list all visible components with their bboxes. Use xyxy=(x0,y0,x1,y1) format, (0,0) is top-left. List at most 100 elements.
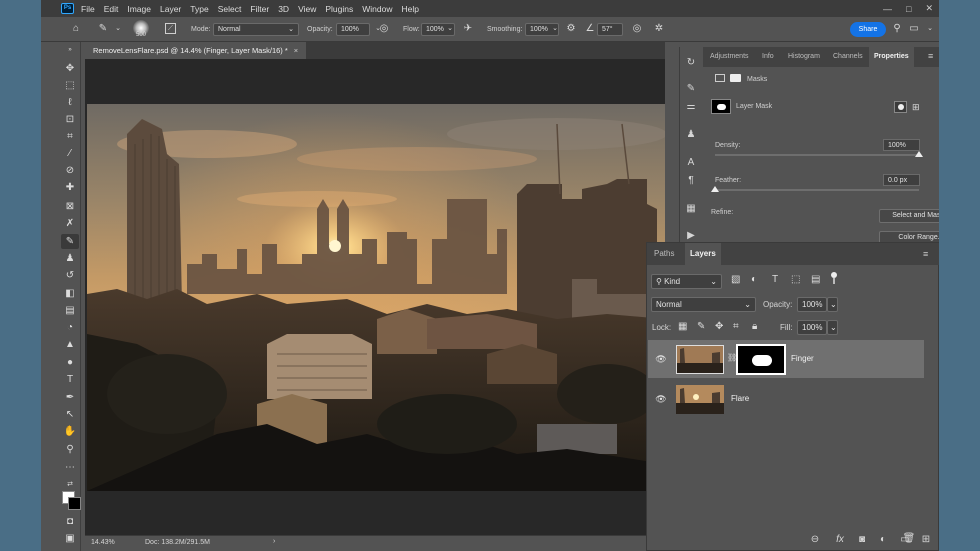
layer-filter-select[interactable]: ⚲ Kind ⌄ xyxy=(651,274,722,289)
share-button[interactable]: Share xyxy=(850,22,886,37)
apply-mask-icon[interactable] xyxy=(894,101,907,113)
angle-input[interactable]: 57° xyxy=(597,23,623,36)
layer-mask-thumbnail[interactable] xyxy=(736,344,786,375)
close-window-icon[interactable]: ✕ xyxy=(925,3,933,14)
zoom-level[interactable]: 14.43% xyxy=(91,539,115,546)
opacity-input[interactable]: 100% xyxy=(336,23,370,36)
menu-select[interactable]: Select xyxy=(218,4,242,14)
blend-mode-select[interactable]: Normal ⌄ xyxy=(651,297,756,312)
tab-channels[interactable]: Channels xyxy=(828,47,868,67)
vector-mask-icon[interactable]: ⊞ xyxy=(912,101,924,113)
pressure-size-icon[interactable]: ◎ xyxy=(630,22,644,36)
blur-tool-icon[interactable]: ◔ xyxy=(61,320,79,335)
background-color-swatch[interactable] xyxy=(68,497,81,510)
frame-tool-icon[interactable]: ⊠ xyxy=(61,199,79,214)
feather-slider-thumb[interactable] xyxy=(711,186,719,192)
move-tool-icon[interactable]: ✥ xyxy=(61,61,79,76)
healing-tool-icon[interactable]: ✚ xyxy=(61,180,79,195)
mask-icon[interactable] xyxy=(730,74,741,82)
menu-type[interactable]: Type xyxy=(190,4,208,14)
filter-shape-icon[interactable]: ⬚ xyxy=(791,274,800,285)
libraries-panel-icon[interactable]: ▦ xyxy=(683,201,699,217)
menu-image[interactable]: Image xyxy=(127,4,151,14)
adjustment-layer-icon[interactable]: ◐ xyxy=(876,533,890,547)
add-mask-icon[interactable]: ◙ xyxy=(855,533,869,547)
menu-layer[interactable]: Layer xyxy=(160,4,181,14)
panel-menu-icon[interactable]: ≡ xyxy=(923,249,928,259)
eyedropper-tool-icon[interactable]: ⁄ xyxy=(61,146,79,161)
clone-source-icon[interactable]: ♟ xyxy=(683,127,699,143)
more-tools-icon[interactable]: ⋯ xyxy=(61,460,79,475)
tab-histogram[interactable]: Histogram xyxy=(783,47,825,67)
tab-properties[interactable]: Properties xyxy=(869,47,914,67)
chevron-down-icon[interactable]: ⌄ xyxy=(827,297,838,312)
swap-colors-icon[interactable]: ⇄ xyxy=(61,477,79,492)
tab-info[interactable]: Info xyxy=(757,47,779,67)
maximize-icon[interactable]: □ xyxy=(906,4,911,14)
workspace-icon[interactable]: ▭ xyxy=(907,22,921,36)
visibility-eye-icon[interactable]: 👁︎ xyxy=(655,393,667,405)
path-select-tool-icon[interactable]: ↖ xyxy=(61,407,79,422)
lock-all-icon[interactable]: 🔒︎ xyxy=(752,321,757,332)
brush-panel-icon[interactable]: ✎ xyxy=(683,81,699,97)
feather-slider-track[interactable] xyxy=(715,189,919,191)
menu-3d[interactable]: 3D xyxy=(278,4,289,14)
filter-adjustment-icon[interactable]: ◐ xyxy=(751,274,757,285)
menu-filter[interactable]: Filter xyxy=(250,4,269,14)
density-input[interactable]: 100% xyxy=(883,139,920,151)
status-menu-arrow[interactable]: › xyxy=(273,538,275,545)
feather-input[interactable]: 0.0 px xyxy=(883,174,920,186)
search-icon[interactable]: ⚲ xyxy=(890,22,904,36)
delete-layer-icon[interactable]: 🗑︎ xyxy=(902,532,916,546)
chevron-down-icon[interactable]: ⌄ xyxy=(548,22,562,36)
link-layers-icon[interactable]: ⊖ xyxy=(808,533,822,547)
tab-adjustments[interactable]: Adjustments xyxy=(705,47,754,67)
filter-pixel-icon[interactable]: ▧ xyxy=(731,274,740,285)
filter-toggle-icon[interactable] xyxy=(831,272,837,284)
symmetry-icon[interactable]: ✲ xyxy=(652,22,666,36)
character-panel-icon[interactable]: A xyxy=(683,155,699,171)
sharpen-tool-icon[interactable]: ▲ xyxy=(61,337,79,352)
marquee-tool-icon[interactable]: ⬚ xyxy=(61,78,79,93)
lock-position-icon[interactable]: ✥ xyxy=(715,321,723,332)
mode-select[interactable]: Normal ⌄ xyxy=(213,23,299,36)
fill-input[interactable]: 100% xyxy=(797,320,827,335)
dodge-tool-icon[interactable]: ● xyxy=(61,355,79,370)
remove-tool-icon[interactable]: ✗ xyxy=(61,216,79,231)
visibility-eye-icon[interactable]: 👁︎ xyxy=(655,353,667,365)
screen-mode-icon[interactable]: ▣ xyxy=(61,531,79,546)
brush-tool-icon[interactable]: ✎ xyxy=(61,234,79,249)
brush-settings-icon[interactable]: ⟋ xyxy=(165,23,176,34)
collapse-toolbar-icon[interactable]: » xyxy=(61,43,79,58)
minimize-icon[interactable]: — xyxy=(883,4,892,14)
pixel-mask-icon[interactable] xyxy=(715,74,725,82)
layer-name[interactable]: Flare xyxy=(731,394,749,403)
close-tab-icon[interactable]: × xyxy=(294,46,298,55)
pen-tool-icon[interactable]: ✒ xyxy=(61,390,79,405)
fx-icon[interactable]: fx xyxy=(833,533,847,547)
chevron-down-icon[interactable]: ⌄ xyxy=(827,320,838,335)
filter-type-icon[interactable]: T xyxy=(772,274,778,285)
spot-heal-tool-icon[interactable]: ⊘ xyxy=(61,163,79,178)
history-panel-icon[interactable]: ↻ xyxy=(683,55,699,71)
brush-preset-icon[interactable]: ✎ xyxy=(96,22,110,36)
history-brush-tool-icon[interactable]: ↺ xyxy=(61,268,79,283)
layer-mask-thumbnail[interactable] xyxy=(711,99,731,114)
home-icon[interactable]: ⌂ xyxy=(69,22,83,36)
chevron-down-icon[interactable]: ⌄ xyxy=(111,22,125,36)
menu-file[interactable]: File xyxy=(81,4,95,14)
type-tool-icon[interactable]: T xyxy=(61,372,79,387)
crop-tool-icon[interactable]: ⌗ xyxy=(61,129,79,144)
eraser-tool-icon[interactable]: ◧ xyxy=(61,286,79,301)
stamp-tool-icon[interactable]: ♟ xyxy=(61,251,79,266)
tab-paths[interactable]: Paths xyxy=(649,243,679,265)
new-layer-icon[interactable]: ⊞ xyxy=(919,533,933,547)
menu-help[interactable]: Help xyxy=(401,4,418,14)
adjust-panel-icon[interactable]: ⚌ xyxy=(683,99,699,115)
density-slider-thumb[interactable] xyxy=(915,151,923,157)
chevron-down-icon[interactable]: ⌄ xyxy=(443,22,457,36)
layer-row-finger[interactable]: 👁︎ ⛓︎ Finger xyxy=(648,340,924,378)
menu-edit[interactable]: Edit xyxy=(104,4,119,14)
object-select-tool-icon[interactable]: ⊡ xyxy=(61,112,79,127)
menu-plugins[interactable]: Plugins xyxy=(325,4,353,14)
